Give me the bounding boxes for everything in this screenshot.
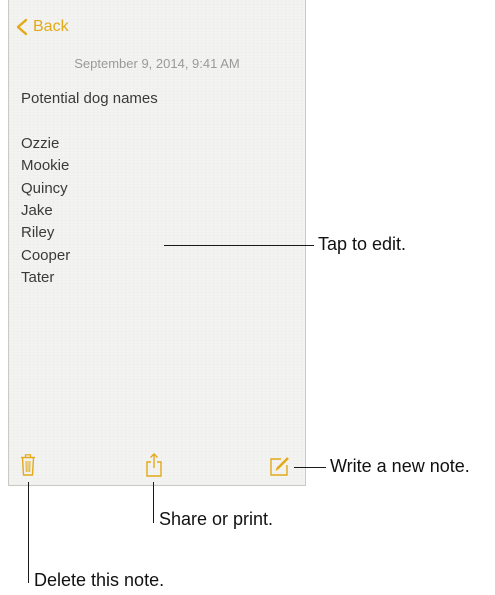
note-screen: Back September 9, 2014, 9:41 AM Potentia… xyxy=(8,0,306,486)
compose-icon xyxy=(270,457,289,476)
callout-new-note: Write a new note. xyxy=(330,456,470,476)
note-line: Quincy xyxy=(21,179,68,197)
back-label: Back xyxy=(33,18,69,35)
note-line: Riley xyxy=(21,224,55,242)
callout-share: Share or print. xyxy=(159,509,274,529)
callout-line-share xyxy=(153,482,154,523)
note-timestamp: September 9, 2014, 9:41 AM xyxy=(74,56,240,71)
chevron-left-icon xyxy=(16,18,28,36)
share-icon xyxy=(146,453,162,477)
callout-line-edit xyxy=(164,245,314,246)
note-line: Tater xyxy=(21,269,55,287)
callout-delete: Delete this note. xyxy=(34,570,165,590)
note-line: Mookie xyxy=(21,157,70,175)
note-line: Jake xyxy=(21,202,53,220)
trash-icon xyxy=(21,454,35,476)
delete-note-button[interactable] xyxy=(20,454,36,476)
callout-line-new-note xyxy=(294,467,326,468)
back-button[interactable]: Back xyxy=(15,18,69,36)
callout-line-delete xyxy=(28,482,29,583)
note-line: Ozzie xyxy=(21,134,60,152)
note-title: Potential dog names xyxy=(21,90,158,107)
compose-button[interactable] xyxy=(269,455,291,477)
note-line: Cooper xyxy=(21,246,71,264)
callout-edit: Tap to edit. xyxy=(318,234,407,254)
note-body[interactable]: Potential dog names Ozzie Mookie Quincy … xyxy=(21,88,291,290)
share-button[interactable] xyxy=(145,452,163,478)
